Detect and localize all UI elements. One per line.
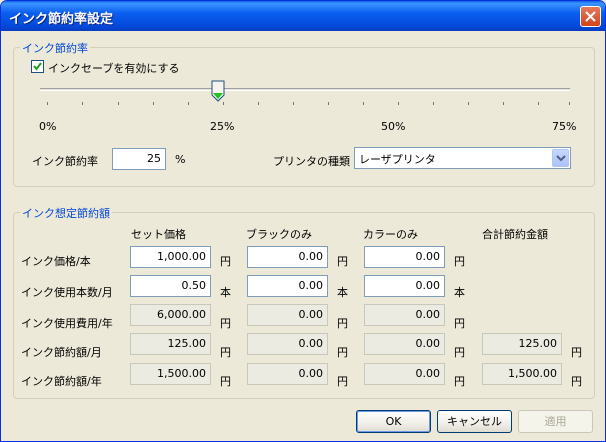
- close-icon: [585, 11, 596, 22]
- unit-label: 本: [337, 286, 348, 299]
- yearly-cost-set-value: 6,000.00: [130, 304, 211, 326]
- unit-label: 円: [220, 346, 231, 359]
- monthly-savings-color-value: 0.00: [364, 333, 445, 355]
- row-label-monthly-savings: インク節約額/月: [21, 346, 102, 359]
- unit-label: 円: [337, 346, 348, 359]
- slider-tick: [363, 102, 364, 105]
- title-bar[interactable]: インク節約率設定: [1, 1, 605, 31]
- column-header-color-only: カラーのみ: [363, 228, 418, 241]
- slider-tick: [398, 102, 399, 105]
- unit-label: 円: [571, 375, 582, 388]
- unit-label: 円: [337, 375, 348, 388]
- dropdown-arrow[interactable]: [552, 149, 569, 167]
- printer-type-label: プリンタの種類: [273, 155, 350, 168]
- ink-saving-slider-track[interactable]: [40, 88, 570, 91]
- monthly-usage-black-input[interactable]: 0.00: [247, 275, 328, 297]
- window-title: インク節約率設定: [9, 12, 114, 27]
- printer-type-value: レーザプリンタ: [359, 153, 436, 166]
- close-button[interactable]: [580, 6, 601, 27]
- yearly-savings-black-value: 0.00: [247, 363, 328, 385]
- column-header-black-only: ブラックのみ: [246, 228, 312, 241]
- slider-tick: [188, 102, 189, 105]
- slider-tick: [328, 102, 329, 105]
- unit-label: 円: [454, 255, 465, 268]
- slider-tick: [47, 102, 48, 105]
- monthly-usage-set-input[interactable]: 0.50: [130, 275, 211, 297]
- monthly-savings-total-value: 125.00: [482, 333, 562, 355]
- unit-label: 円: [220, 255, 231, 268]
- ink-saving-group-title: インク節約率: [20, 40, 90, 56]
- slider-tick: [258, 102, 259, 105]
- apply-button[interactable]: 適用: [518, 410, 593, 433]
- slider-tick: [433, 102, 434, 105]
- monthly-savings-black-value: 0.00: [247, 333, 328, 355]
- yearly-cost-black-value: 0.00: [247, 304, 328, 326]
- unit-label: 本: [220, 286, 231, 299]
- slider-tick: [223, 102, 224, 105]
- slider-label-50: 50%: [381, 120, 406, 133]
- slider-tick: [503, 102, 504, 105]
- unit-label: 円: [454, 317, 465, 330]
- unit-label: 円: [454, 375, 465, 388]
- chevron-down-icon: [556, 155, 566, 162]
- monthly-usage-color-input[interactable]: 0.00: [364, 275, 445, 297]
- slider-label-25: 25%: [210, 120, 235, 133]
- slider-tick: [118, 102, 119, 105]
- ink-saving-rate-label: インク節約率: [32, 155, 98, 168]
- monthly-savings-set-value: 125.00: [130, 333, 211, 355]
- unit-label: 本: [454, 286, 465, 299]
- slider-tick: [82, 102, 83, 105]
- yearly-cost-color-value: 0.00: [364, 304, 445, 326]
- checkmark-icon: [33, 62, 42, 71]
- slider-label-0: 0%: [39, 120, 57, 133]
- unit-label: 円: [337, 255, 348, 268]
- cancel-button[interactable]: キャンセル: [437, 410, 512, 433]
- yearly-savings-total-value: 1,500.00: [482, 363, 562, 385]
- unit-label: 円: [337, 317, 348, 330]
- slider-tick: [153, 102, 154, 105]
- unit-label: 円: [220, 375, 231, 388]
- row-label-ink-price: インク価格/本: [21, 255, 91, 268]
- slider-thumb[interactable]: [211, 80, 225, 102]
- slider-tick: [538, 102, 539, 105]
- yearly-savings-color-value: 0.00: [364, 363, 445, 385]
- column-header-set-price: セット価格: [131, 228, 186, 241]
- dialog-window: インク節約率設定 インク節約率 インクセーブを有効にする 0% 25% 50% …: [0, 0, 606, 442]
- slider-label-75: 75%: [552, 120, 577, 133]
- slider-tick: [468, 102, 469, 105]
- ink-price-black-input[interactable]: 0.00: [247, 246, 328, 268]
- ink-price-set-input[interactable]: 1,000.00: [130, 246, 211, 268]
- rate-unit: %: [175, 153, 186, 166]
- ink-save-checkbox[interactable]: [31, 60, 44, 73]
- slider-tick: [569, 102, 570, 105]
- yearly-savings-set-value: 1,500.00: [130, 363, 211, 385]
- printer-type-select[interactable]: レーザプリンタ: [354, 147, 571, 169]
- ink-price-color-input[interactable]: 0.00: [364, 246, 445, 268]
- row-label-yearly-cost: インク使用費用/年: [21, 317, 113, 330]
- unit-label: 円: [454, 346, 465, 359]
- estimate-group-title: インク想定節約額: [20, 205, 112, 221]
- ink-save-checkbox-label[interactable]: インクセーブを有効にする: [48, 60, 179, 76]
- ok-button[interactable]: OK: [356, 410, 431, 433]
- row-label-monthly-usage: インク使用本数/月: [21, 286, 113, 299]
- column-header-total-savings: 合計節約金額: [482, 228, 548, 241]
- unit-label: 円: [220, 317, 231, 330]
- unit-label: 円: [571, 346, 582, 359]
- ink-saving-rate-input[interactable]: 25: [112, 148, 166, 170]
- slider-tick: [293, 102, 294, 105]
- row-label-yearly-savings: インク節約額/年: [21, 375, 102, 388]
